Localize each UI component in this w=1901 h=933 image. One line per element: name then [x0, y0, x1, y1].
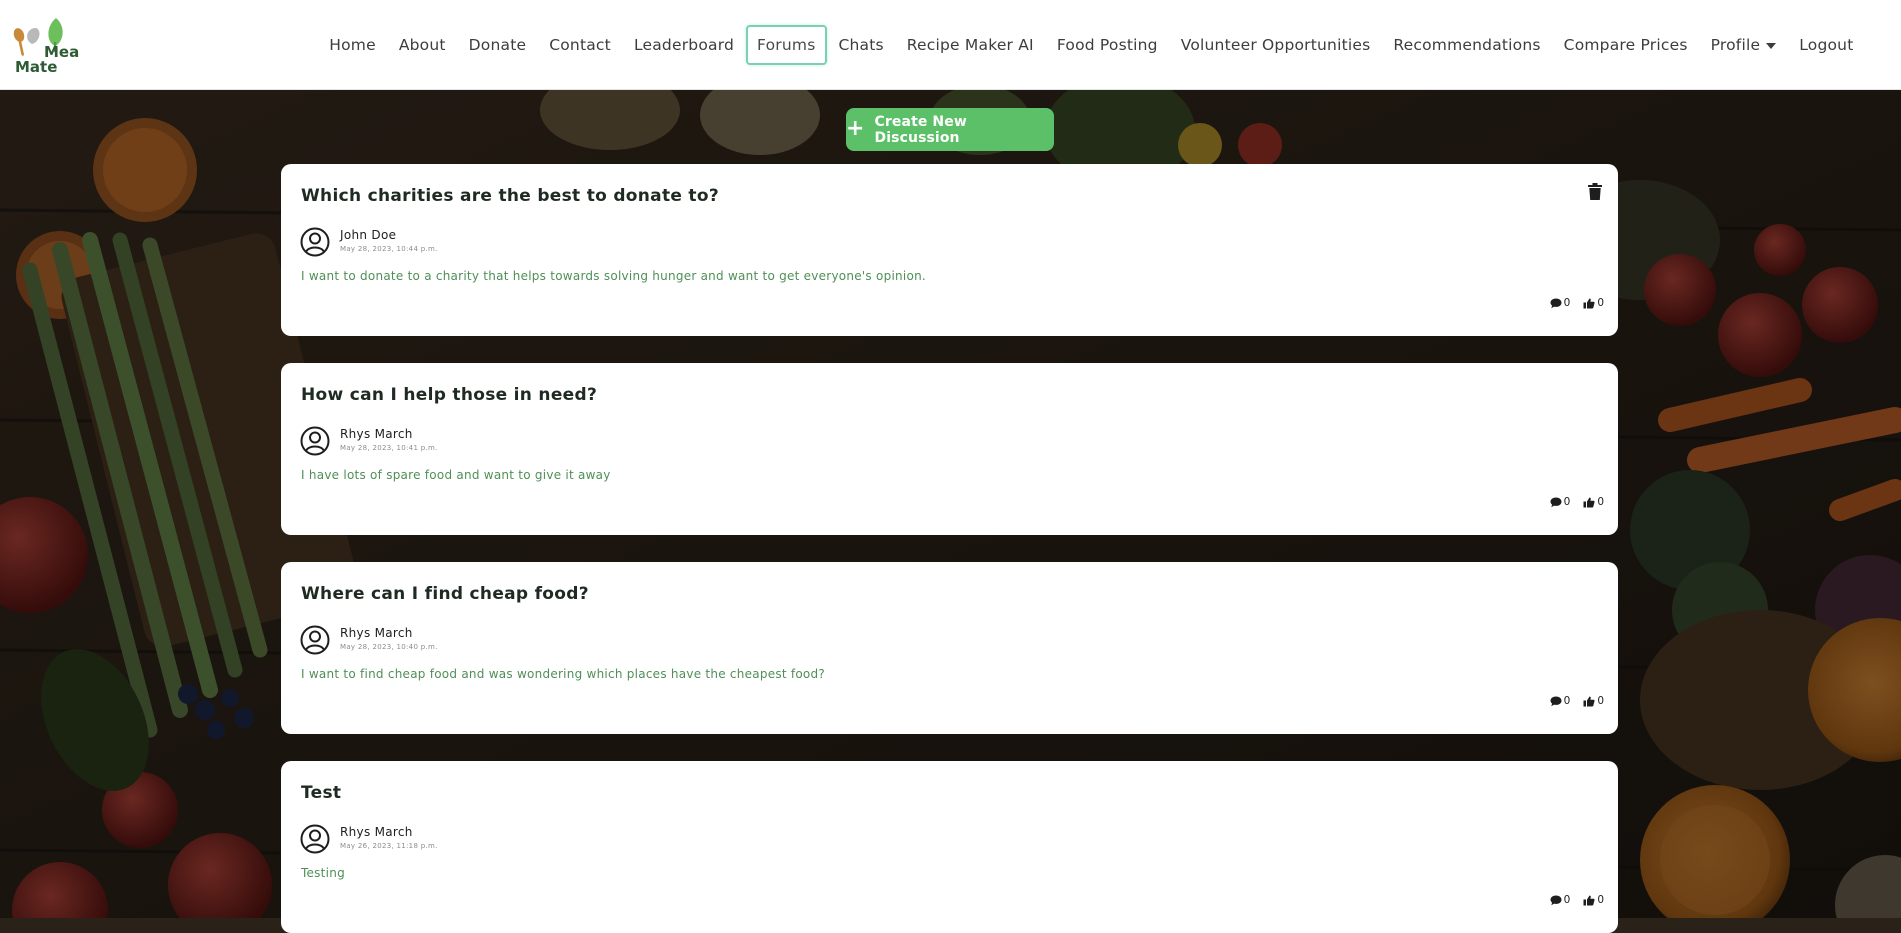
thumbs-up-icon	[1583, 497, 1595, 508]
thumbs-up-icon	[1583, 298, 1595, 309]
like-button[interactable]: 0	[1583, 297, 1604, 309]
nav-item-label: Donate	[468, 36, 527, 54]
nav-recommendations[interactable]: Recommendations	[1382, 25, 1552, 65]
nav-chats[interactable]: Chats	[827, 25, 895, 65]
meal-mate-logo[interactable]: Meal Mate	[10, 16, 84, 76]
comment-count-value: 0	[1563, 695, 1571, 707]
comment-icon	[1550, 895, 1562, 906]
discussion-body: I want to find cheap food and was wonder…	[301, 667, 825, 681]
like-count-value: 0	[1597, 496, 1604, 508]
comment-count[interactable]: 0	[1550, 894, 1571, 906]
comment-count-value: 0	[1563, 496, 1571, 508]
discussion-date: May 28, 2023, 10:41 p.m.	[340, 444, 438, 452]
nav-contact[interactable]: Contact	[538, 25, 623, 65]
discussion-author: Rhys March	[340, 427, 413, 441]
nav-logout[interactable]: Logout	[1788, 25, 1865, 65]
like-count-value: 0	[1597, 297, 1604, 309]
nav-leaderboard[interactable]: Leaderboard	[622, 25, 745, 65]
nav-item-label: Profile	[1710, 35, 1761, 54]
nav-item-label: Contact	[549, 36, 611, 54]
create-discussion-label: Create New Discussion	[874, 113, 967, 146]
discussion-card[interactable]: Test Rhys March May 26, 2023, 11:18 p.m. Te…	[281, 761, 1618, 933]
discussion-card[interactable]: How can I help those in need? Rhys March M…	[281, 363, 1618, 535]
discussion-stats: 00	[1550, 894, 1604, 906]
comment-count[interactable]: 0	[1550, 297, 1571, 309]
main-nav: Home About Donate Contact Leaderboard Forums C…	[318, 0, 1865, 90]
top-navbar: Meal Mate Home About Donate Contact Leaderbo…	[0, 0, 1901, 90]
nav-item-label: Home	[329, 36, 376, 54]
comment-icon	[1550, 696, 1562, 707]
svg-text:Mate: Mate	[15, 58, 57, 76]
discussion-stats: 00	[1550, 297, 1604, 309]
thumbs-up-icon	[1583, 895, 1595, 906]
discussion-title[interactable]: Test	[301, 783, 341, 803]
discussion-stats: 00	[1550, 496, 1604, 508]
nav-item-label: Chats	[838, 36, 884, 54]
nav-item-label: Compare Prices	[1563, 36, 1688, 54]
discussion-date: May 26, 2023, 11:18 p.m.	[340, 842, 438, 850]
discussion-body: I have lots of spare food and want to gi…	[301, 468, 611, 482]
discussion-author: Rhys March	[340, 626, 413, 640]
user-circle-icon	[300, 625, 330, 655]
discussion-date: May 28, 2023, 10:40 p.m.	[340, 643, 438, 651]
nav-forums[interactable]: Forums	[745, 25, 827, 65]
discussion-date: May 28, 2023, 10:44 p.m.	[340, 245, 438, 253]
comment-icon	[1550, 497, 1562, 508]
discussion-card[interactable]: Where can I find cheap food? Rhys March Ma…	[281, 562, 1618, 734]
user-circle-icon	[300, 426, 330, 456]
like-count-value: 0	[1597, 695, 1604, 707]
trash-icon[interactable]	[1588, 183, 1604, 201]
nav-profile[interactable]: Profile	[1699, 25, 1788, 66]
nav-item-label: Food Posting	[1056, 36, 1158, 54]
discussion-stats: 00	[1550, 695, 1604, 707]
nav-donate[interactable]: Donate	[457, 25, 538, 65]
discussion-body: I want to donate to a charity that helps…	[301, 269, 926, 283]
nav-compare-prices[interactable]: Compare Prices	[1552, 25, 1699, 65]
nav-home[interactable]: Home	[318, 25, 388, 65]
like-button[interactable]: 0	[1583, 496, 1604, 508]
discussion-title[interactable]: Where can I find cheap food?	[301, 584, 589, 604]
nav-about[interactable]: About	[387, 25, 457, 65]
nav-item-label: About	[398, 36, 446, 54]
user-circle-icon	[300, 824, 330, 854]
caret-down-icon	[1766, 36, 1777, 54]
comment-icon	[1550, 298, 1562, 309]
thumbs-up-icon	[1583, 696, 1595, 707]
nav-recipe-maker-ai[interactable]: Recipe Maker AI	[895, 25, 1045, 65]
discussion-card[interactable]: Which charities are the best to donate t…	[281, 164, 1618, 336]
nav-food-posting[interactable]: Food Posting	[1045, 25, 1169, 65]
discussion-body: Testing	[301, 866, 345, 880]
nav-volunteer-opportunities[interactable]: Volunteer Opportunities	[1169, 25, 1382, 65]
discussion-title[interactable]: Which charities are the best to donate t…	[301, 186, 719, 206]
nav-item-label: Leaderboard	[633, 36, 735, 54]
user-circle-icon	[300, 227, 330, 257]
discussion-title[interactable]: How can I help those in need?	[301, 385, 597, 405]
plus-icon: +	[846, 115, 865, 141]
nav-item-label: Logout	[1799, 36, 1854, 54]
comment-count[interactable]: 0	[1550, 496, 1571, 508]
comment-count[interactable]: 0	[1550, 695, 1571, 707]
like-button[interactable]: 0	[1583, 894, 1604, 906]
like-count-value: 0	[1597, 894, 1604, 906]
nav-item-label: Recommendations	[1393, 36, 1541, 54]
nav-item-label: Forums	[757, 36, 816, 54]
discussion-author: Rhys March	[340, 825, 413, 839]
create-discussion-button[interactable]: + Create New Discussion	[846, 108, 1054, 151]
nav-item-label: Recipe Maker AI	[906, 36, 1034, 54]
discussion-author: John Doe	[340, 228, 397, 242]
comment-count-value: 0	[1563, 297, 1571, 309]
comment-count-value: 0	[1563, 894, 1571, 906]
like-button[interactable]: 0	[1583, 695, 1604, 707]
nav-item-label: Volunteer Opportunities	[1180, 36, 1371, 54]
